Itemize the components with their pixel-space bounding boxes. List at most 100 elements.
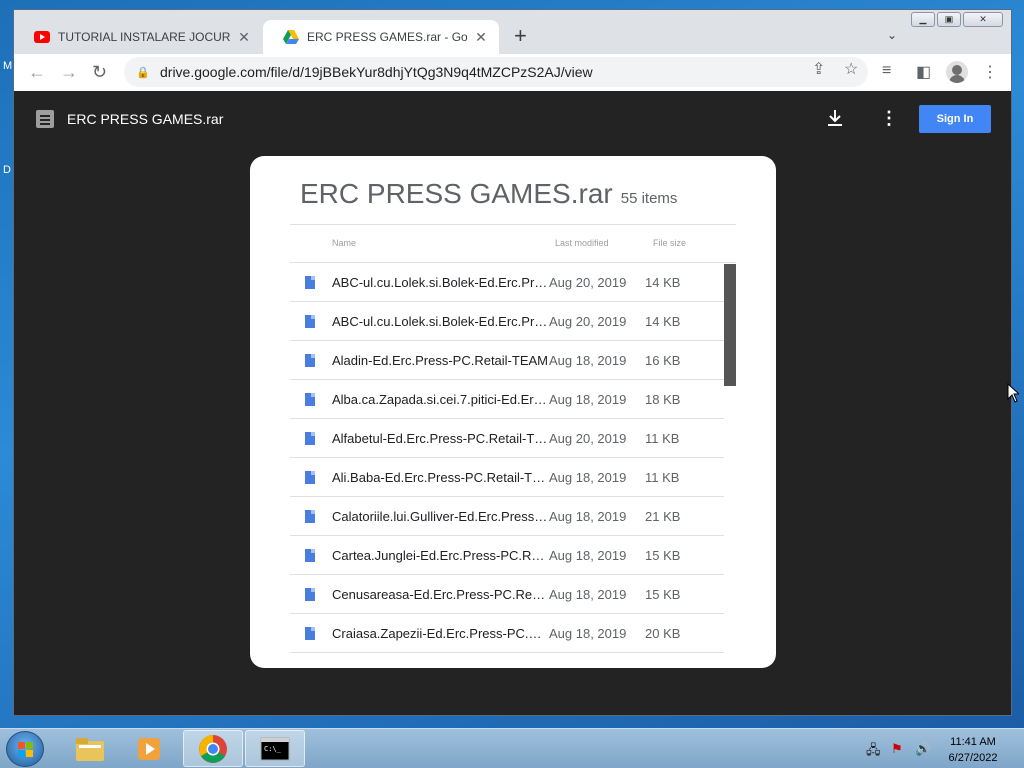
divider: [290, 224, 736, 225]
close-tab-icon[interactable]: ✕: [236, 29, 252, 46]
clock-date: 6/27/2022: [948, 752, 998, 764]
file-row[interactable]: Craiasa.Zapezii-Ed.Erc.Press-PC.Retail Au…: [290, 614, 724, 653]
volume-icon[interactable]: 🔊: [915, 741, 931, 757]
file-row[interactable]: ABC-ul.cu.Lolek.si.Bolek-Ed.Erc.Press-PC…: [290, 302, 724, 341]
file-name: Calatoriile.lui.Gulliver-Ed.Erc.Press-PC: [332, 508, 548, 524]
back-icon[interactable]: ←: [28, 63, 46, 81]
file-size: 14 KB: [645, 313, 681, 329]
tab-title: TUTORIAL INSTALARE JOCURI ERC: [58, 30, 230, 44]
file-icon: [305, 354, 315, 367]
url-text: drive.google.com/file/d/19jBBekYur8dhjYt…: [160, 64, 593, 80]
new-tab-button[interactable]: +: [514, 25, 527, 47]
taskbar-cmd[interactable]: C:\_: [245, 730, 305, 767]
bookmark-star-icon[interactable]: ☆: [844, 59, 858, 79]
file-size: 21 KB: [645, 508, 681, 524]
file-modified: Aug 18, 2019: [549, 547, 627, 563]
tab-tutorial[interactable]: TUTORIAL INSTALARE JOCURI ERC ✕: [14, 20, 262, 54]
archive-title: ERC PRESS GAMES.rar 55 items: [300, 178, 677, 210]
file-name: Aladin-Ed.Erc.Press-PC.Retail-TEAM: [332, 352, 548, 368]
media-control-icon[interactable]: ≡: [882, 62, 891, 80]
profile-avatar[interactable]: [946, 61, 968, 83]
file-icon: [305, 315, 315, 328]
desktop-label-fragment: M: [3, 60, 13, 72]
reload-icon[interactable]: ↻: [92, 63, 107, 81]
sign-in-button[interactable]: Sign In: [919, 105, 991, 133]
browser-toolbar: ← → ↻ 🔒 drive.google.com/file/d/19jBBekY…: [14, 54, 1011, 91]
file-modified: Aug 18, 2019: [549, 508, 627, 524]
viewer-title: ERC PRESS GAMES.rar: [67, 111, 224, 127]
minimize-button[interactable]: ▁: [911, 12, 935, 27]
more-actions-icon[interactable]: ⋮: [880, 108, 898, 128]
share-icon[interactable]: ⇪: [812, 59, 825, 79]
tab-search-chevron-icon[interactable]: ⌄: [887, 28, 897, 42]
file-row[interactable]: Cenusareasa-Ed.Erc.Press-PC.Retail Aug 18…: [290, 575, 724, 614]
archive-contents-card: ERC PRESS GAMES.rar 55 items Name Last mo…: [250, 156, 776, 668]
file-row[interactable]: ABC-ul.cu.Lolek.si.Bolek-Ed.Erc.Press-PC…: [290, 263, 724, 302]
file-row[interactable]: Aladin-Ed.Erc.Press-PC.Retail-TEAM Aug 18…: [290, 341, 724, 380]
column-header-modified: Last modified: [555, 238, 609, 248]
network-icon[interactable]: 🖧: [866, 741, 881, 763]
file-modified: Aug 18, 2019: [549, 586, 627, 602]
tab-title: ERC PRESS GAMES.rar - Google Drive: [307, 30, 467, 44]
file-row[interactable]: Ali.Baba-Ed.Erc.Press-PC.Retail-TEAM Aug …: [290, 458, 724, 497]
chrome-icon: [199, 734, 227, 763]
file-size: 20 KB: [645, 625, 681, 641]
file-modified: Aug 20, 2019: [549, 313, 627, 329]
media-player-icon: [138, 737, 160, 760]
file-modified: Aug 18, 2019: [549, 625, 627, 641]
archive-item-count: 55 items: [620, 190, 678, 207]
column-header-name: Name: [332, 238, 357, 248]
archive-name: ERC PRESS GAMES.rar: [300, 178, 613, 209]
file-modified: Aug 18, 2019: [549, 352, 627, 368]
viewer-header: ERC PRESS GAMES.rar ⋮ Sign In: [14, 91, 1011, 147]
desktop-label-fragment: D: [3, 164, 11, 176]
forward-icon[interactable]: →: [60, 63, 78, 81]
file-name: ABC-ul.cu.Lolek.si.Bolek-Ed.Erc.Press-PC…: [332, 274, 548, 290]
file-row[interactable]: Alfabetul-Ed.Erc.Press-PC.Retail-TEAM Aug…: [290, 419, 724, 458]
file-name: Craiasa.Zapezii-Ed.Erc.Press-PC.Retail: [332, 625, 548, 641]
side-panel-icon[interactable]: ◧: [916, 62, 931, 82]
close-window-button[interactable]: ✕: [963, 12, 1003, 27]
close-tab-icon[interactable]: ✕: [473, 29, 489, 46]
action-center-flag-icon[interactable]: ⚑: [891, 741, 903, 757]
file-row[interactable]: Alba.ca.Zapada.si.cei.7.pitici-Ed.Erc.Pr…: [290, 380, 724, 419]
mouse-cursor-icon: [1007, 383, 1019, 403]
file-name: Ali.Baba-Ed.Erc.Press-PC.Retail-TEAM: [332, 469, 548, 485]
maximize-button[interactable]: ▣: [937, 12, 961, 27]
file-modified: Aug 20, 2019: [549, 430, 627, 446]
clock-time: 11:41 AM: [950, 736, 996, 748]
file-row[interactable]: Calatoriile.lui.Gulliver-Ed.Erc.Press-PC…: [290, 497, 724, 536]
youtube-icon: [34, 31, 50, 43]
list-scrollbar[interactable]: [724, 264, 736, 386]
file-name: Alba.ca.Zapada.si.cei.7.pitici-Ed.Erc.Pr…: [332, 391, 548, 407]
windows-logo-icon: [18, 742, 33, 757]
address-bar[interactable]: 🔒 drive.google.com/file/d/19jBBekYur8dhj…: [124, 57, 868, 87]
file-icon: [305, 393, 315, 406]
taskbar-media-player[interactable]: [120, 730, 180, 767]
lock-icon: 🔒: [136, 66, 150, 79]
taskbar: C:\_ 🖧 ⚑ 🔊 11:41 AM 6/27/2022: [0, 728, 1024, 768]
tab-strip: TUTORIAL INSTALARE JOCURI ERC ✕ ERC PRES…: [14, 10, 1011, 54]
column-header-size: File size: [653, 238, 687, 248]
file-icon: [305, 471, 315, 484]
file-icon: [305, 627, 315, 640]
svg-text:C:\_: C:\_: [264, 745, 282, 753]
download-icon[interactable]: [824, 107, 846, 129]
start-button[interactable]: [6, 731, 44, 767]
taskbar-chrome[interactable]: [183, 730, 243, 767]
file-size: 15 KB: [645, 586, 681, 602]
tab-drive[interactable]: ERC PRESS GAMES.rar - Google Drive ✕: [263, 20, 499, 54]
archive-file-icon: [36, 110, 54, 128]
file-row[interactable]: Cartea.Junglei-Ed.Erc.Press-PC.Retail Aug…: [290, 536, 724, 575]
system-clock[interactable]: 11:41 AM 6/27/2022: [936, 734, 1010, 766]
google-drive-icon: [283, 30, 299, 44]
file-size: 16 KB: [645, 352, 681, 368]
file-modified: Aug 20, 2019: [549, 274, 627, 290]
file-size: 18 KB: [645, 391, 681, 407]
browser-menu-icon[interactable]: ⋮: [982, 62, 998, 82]
file-size: 15 KB: [645, 547, 681, 563]
taskbar-explorer[interactable]: [60, 730, 120, 767]
file-modified: Aug 18, 2019: [549, 391, 627, 407]
folder-icon: [76, 737, 104, 761]
command-prompt-icon: C:\_: [260, 737, 290, 760]
